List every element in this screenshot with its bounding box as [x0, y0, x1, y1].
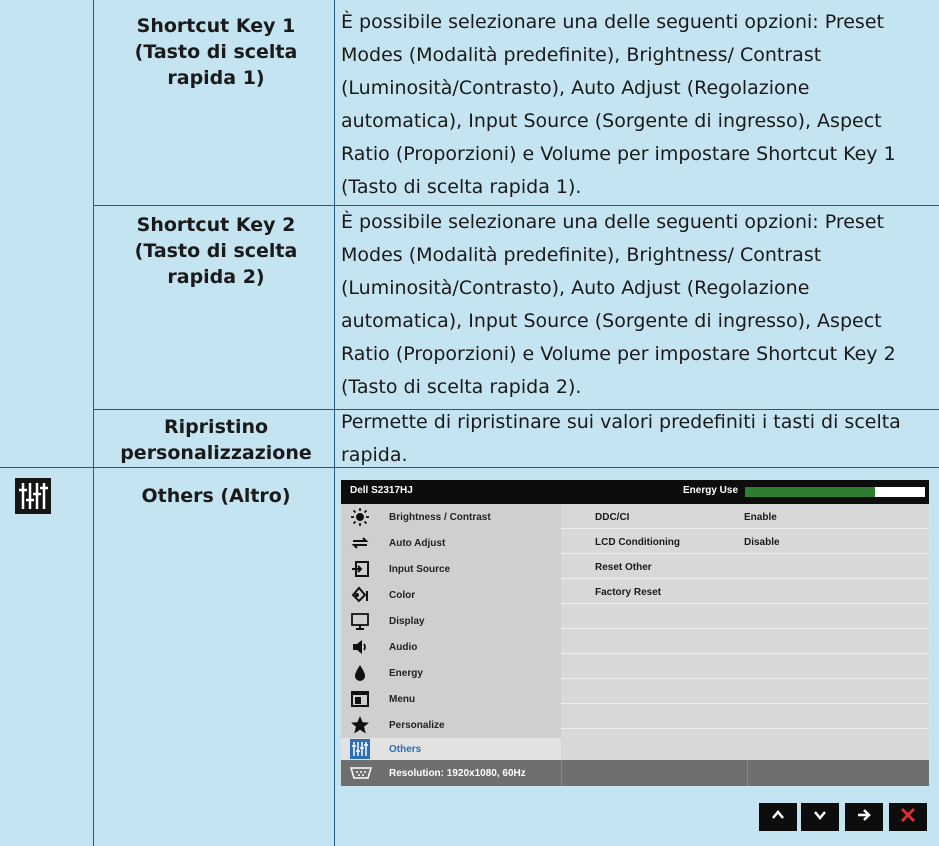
- menu-item-audio[interactable]: Audio: [341, 634, 561, 660]
- auto-adjust-icon: [350, 533, 370, 553]
- energy-use-label: Energy Use: [683, 485, 739, 496]
- monitor-model: Dell S2317HJ: [350, 485, 413, 496]
- menu-item-label: Others: [389, 744, 422, 755]
- menu-icon: [350, 689, 370, 709]
- menu-item-label: Menu: [389, 694, 416, 705]
- menu-item-auto-adjust[interactable]: Auto Adjust: [341, 530, 561, 556]
- down-arrow-icon: [811, 806, 829, 828]
- option-row-empty: [561, 629, 929, 654]
- osd-footer: Resolution: 1920x1080, 60Hz: [341, 760, 929, 786]
- shortcut-key-1-description: È possibile selezionare una delle seguen…: [341, 11, 896, 198]
- resolution-text: Resolution: 1920x1080, 60Hz: [389, 768, 526, 779]
- row-divider: [0, 467, 93, 468]
- option-row-reset-other[interactable]: Reset Other: [561, 554, 929, 579]
- menu-item-display[interactable]: Display: [341, 608, 561, 634]
- option-value: Enable: [744, 512, 777, 523]
- right-arrow-icon: [855, 806, 873, 828]
- option-row-lcd-conditioning[interactable]: LCD Conditioning Disable: [561, 529, 929, 554]
- option-name: Factory Reset: [595, 587, 662, 598]
- others-icon: [350, 739, 370, 759]
- osd-submenu: DDC/CI Enable LCD Conditioning Disable R…: [561, 504, 929, 760]
- menu-item-label: Auto Adjust: [389, 538, 446, 549]
- brightness-icon: [350, 507, 370, 527]
- energy-use-marker: [885, 487, 925, 497]
- up-arrow-icon: [769, 806, 787, 828]
- close-icon: [899, 806, 917, 828]
- osd-main-menu: Brightness / Contrast Auto Adjust Input …: [341, 504, 561, 760]
- option-row-empty: [561, 729, 929, 753]
- option-row-factory-reset[interactable]: Factory Reset: [561, 579, 929, 604]
- close-button[interactable]: [889, 803, 927, 831]
- reset-personalization-description: Permette di ripristinare sui valori pred…: [341, 411, 901, 466]
- column-divider: [93, 0, 94, 846]
- menu-item-color[interactable]: Color: [341, 582, 561, 608]
- menu-item-label: Audio: [389, 642, 418, 653]
- energy-icon: [350, 663, 370, 683]
- menu-item-others[interactable]: Others: [341, 738, 561, 760]
- option-row-empty: [561, 704, 929, 729]
- color-icon: [350, 585, 370, 605]
- star-icon: [350, 715, 370, 735]
- menu-item-label: Color: [389, 590, 416, 601]
- audio-icon: [350, 637, 370, 657]
- up-button[interactable]: [759, 803, 797, 831]
- option-row-empty: [561, 679, 929, 704]
- energy-use-bar: [745, 487, 925, 497]
- menu-item-label: Energy: [389, 668, 423, 679]
- option-row-empty: [561, 604, 929, 629]
- osd-menu: Dell S2317HJ Energy Use Brightness / Con…: [341, 480, 929, 786]
- menu-item-label: Personalize: [389, 720, 445, 731]
- menu-item-input-source[interactable]: Input Source: [341, 556, 561, 582]
- column-divider: [334, 0, 335, 846]
- option-name: LCD Conditioning: [595, 537, 680, 548]
- down-button[interactable]: [801, 803, 839, 831]
- right-button[interactable]: [845, 803, 883, 831]
- display-icon: [350, 611, 370, 631]
- energy-use-fill: [745, 487, 875, 497]
- menu-item-label: Brightness / Contrast: [389, 512, 491, 523]
- osd-header: Dell S2317HJ Energy Use: [341, 480, 929, 504]
- option-name: DDC/CI: [595, 512, 630, 523]
- menu-item-brightness-contrast[interactable]: Brightness / Contrast: [341, 504, 561, 530]
- option-row-empty: [561, 654, 929, 679]
- menu-item-menu[interactable]: Menu: [341, 686, 561, 712]
- others-icon: [15, 478, 51, 514]
- footer-divider: [747, 760, 748, 786]
- shortcut-key-2-description: È possibile selezionare una delle seguen…: [341, 211, 896, 398]
- menu-item-label: Display: [389, 616, 425, 627]
- menu-item-personalize[interactable]: Personalize: [341, 712, 561, 738]
- menu-item-label: Input Source: [389, 564, 451, 575]
- input-source-icon: [350, 559, 370, 579]
- option-name: Reset Other: [595, 562, 652, 573]
- option-value: Disable: [744, 537, 780, 548]
- shortcut-key-2-label: Shortcut Key 2 (Tasto di scelta rapida 2…: [134, 214, 298, 288]
- reset-personalization-label: Ripristino personalizzazione: [120, 416, 312, 464]
- option-row-ddc-ci[interactable]: DDC/CI Enable: [561, 504, 929, 529]
- shortcut-key-1-label: Shortcut Key 1 (Tasto di scelta rapida 1…: [134, 15, 298, 89]
- menu-item-energy[interactable]: Energy: [341, 660, 561, 686]
- footer-divider: [561, 760, 562, 786]
- others-label: Others (Altro): [141, 485, 291, 507]
- vga-connector-icon: [349, 765, 373, 781]
